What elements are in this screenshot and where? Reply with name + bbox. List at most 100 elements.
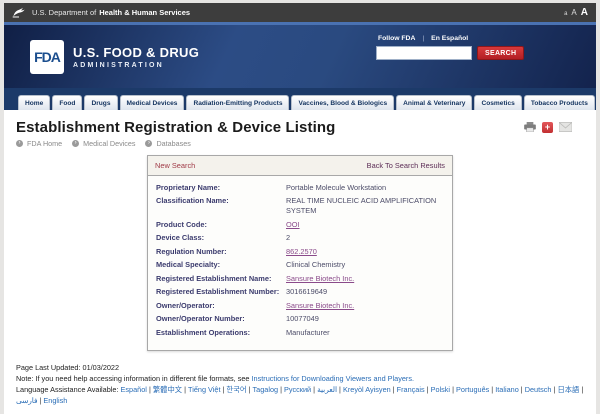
note-text: Note: If you need help accessing informa…	[16, 374, 252, 383]
field-label: Device Class:	[156, 233, 286, 243]
font-size-medium[interactable]: A	[571, 8, 576, 17]
breadcrumb-item[interactable]: Medical Devices	[83, 139, 135, 148]
language-link[interactable]: Português	[456, 385, 489, 394]
nav-tab-food[interactable]: Food	[52, 95, 82, 110]
fda-logo[interactable]: FDA	[30, 40, 64, 74]
table-row: Owner/Operator Number:10077049	[156, 314, 444, 324]
agency-subtitle: ADMINISTRATION	[73, 62, 199, 69]
breadcrumb-item[interactable]: Databases	[156, 139, 190, 148]
dept-prefix[interactable]: U.S. Department of	[32, 8, 96, 17]
field-value: Manufacturer	[286, 328, 444, 338]
nav-tab-radiation-emitting-products[interactable]: Radiation-Emitting Products	[186, 95, 289, 110]
language-link[interactable]: Русский	[284, 385, 311, 394]
agency-title: U.S. FOOD & DRUG	[73, 45, 199, 60]
table-row: Registered Establishment Name:Sansure Bi…	[156, 274, 444, 284]
fda-header: FDA U.S. FOOD & DRUG ADMINISTRATION Foll…	[4, 25, 596, 88]
language-link[interactable]: Kreyòl Ayisyen	[343, 385, 391, 394]
table-row: Classification Name:REAL TIME NUCLEIC AC…	[156, 196, 444, 216]
search-button[interactable]: SEARCH	[477, 46, 524, 60]
nav-tab-vaccines-blood-biologics[interactable]: Vaccines, Blood & Biologics	[291, 95, 394, 110]
last-updated: Page Last Updated: 01/03/2022	[16, 363, 584, 374]
header-link-divider: |	[422, 35, 424, 42]
hhs-top-bar: U.S. Department of Health & Human Servic…	[4, 3, 596, 22]
field-value-link[interactable]: Sansure Biotech Inc.	[286, 301, 444, 311]
share-icon[interactable]: +	[542, 122, 553, 133]
field-label: Registered Establishment Name:	[156, 274, 286, 284]
page-frame: U.S. Department of Health & Human Servic…	[4, 3, 596, 414]
breadcrumb-arrow-icon: ›	[72, 140, 79, 147]
field-value: Portable Molecule Workstation	[286, 183, 444, 193]
page-title: Establishment Registration & Device List…	[16, 119, 335, 136]
table-row: Medical Specialty:Clinical Chemistry	[156, 260, 444, 270]
field-label: Classification Name:	[156, 196, 286, 216]
detail-table: Proprietary Name:Portable Molecule Works…	[148, 176, 452, 350]
language-link[interactable]: Deutsch	[525, 385, 552, 394]
viewers-players-link[interactable]: Instructions for Downloading Viewers and…	[252, 374, 415, 383]
field-label: Owner/Operator:	[156, 301, 286, 311]
breadcrumb-arrow-icon: ›	[16, 140, 23, 147]
font-size-large[interactable]: A	[581, 7, 588, 18]
language-link[interactable]: Español	[121, 385, 147, 394]
header-right: Follow FDA | En Español SEARCH	[376, 35, 516, 60]
en-espanol-link[interactable]: En Español	[431, 35, 468, 42]
field-label: Regulation Number:	[156, 247, 286, 257]
language-link[interactable]: 한국어	[226, 385, 246, 394]
breadcrumb-arrow-icon: ›	[145, 140, 152, 147]
print-icon[interactable]	[524, 122, 536, 132]
field-label: Establishment Operations:	[156, 328, 286, 338]
table-row: Product Code:OOI	[156, 220, 444, 230]
language-link[interactable]: 日本語	[557, 385, 579, 394]
nav-tab-cosmetics[interactable]: Cosmetics	[474, 95, 521, 110]
nav-tab-medical-devices[interactable]: Medical Devices	[120, 95, 185, 110]
table-row: Device Class:2	[156, 233, 444, 243]
table-row: Proprietary Name:Portable Molecule Works…	[156, 183, 444, 193]
language-link[interactable]: 繁體中文	[153, 385, 182, 394]
table-row: Regulation Number:862.2570	[156, 247, 444, 257]
language-separator: |	[579, 385, 583, 394]
record-box-header: New Search Back To Search Results	[148, 156, 452, 176]
back-to-results-link[interactable]: Back To Search Results	[367, 161, 445, 170]
language-link[interactable]: Tagalog	[253, 385, 279, 394]
field-value: 2	[286, 233, 444, 243]
field-value: Clinical Chemistry	[286, 260, 444, 270]
field-label: Registered Establishment Number:	[156, 287, 286, 297]
main-content: Establishment Registration & Device List…	[4, 110, 596, 414]
footer-info: Page Last Updated: 01/03/2022 Note: If y…	[16, 363, 584, 414]
search-area: SEARCH	[376, 46, 516, 60]
language-link[interactable]: Français	[397, 385, 425, 394]
table-row: Registered Establishment Number:30166196…	[156, 287, 444, 297]
nav-tab-animal-veterinary[interactable]: Animal & Veterinary	[396, 95, 472, 110]
field-value: REAL TIME NUCLEIC ACID AMPLIFICATION SYS…	[286, 196, 444, 216]
language-link[interactable]: العربية	[317, 385, 337, 394]
field-label: Product Code:	[156, 220, 286, 230]
language-assistance: Language Assistance Available: Español |…	[16, 385, 584, 407]
breadcrumb-item[interactable]: FDA Home	[27, 139, 62, 148]
new-search-link[interactable]: New Search	[155, 161, 195, 170]
device-record-box: New Search Back To Search Results Propri…	[147, 155, 453, 351]
breadcrumb: › FDA Home › Medical Devices › Databases	[16, 139, 584, 148]
field-value-link[interactable]: 862.2570	[286, 247, 444, 257]
language-link[interactable]: Italiano	[495, 385, 519, 394]
language-link[interactable]: فارسی	[16, 396, 37, 405]
field-value: 3016619649	[286, 287, 444, 297]
table-row: Owner/Operator:Sansure Biotech Inc.	[156, 301, 444, 311]
dept-name[interactable]: Health & Human Services	[99, 8, 190, 17]
field-label: Proprietary Name:	[156, 183, 286, 193]
field-value-link[interactable]: OOI	[286, 220, 444, 230]
field-value-link[interactable]: Sansure Biotech Inc.	[286, 274, 444, 284]
hhs-eagle-icon	[12, 7, 26, 19]
field-label: Owner/Operator Number:	[156, 314, 286, 324]
search-input[interactable]	[376, 46, 472, 60]
language-prefix: Language Assistance Available:	[16, 385, 121, 394]
language-link[interactable]: Polski	[431, 385, 450, 394]
font-size-small[interactable]: a	[564, 11, 567, 17]
nav-tab-drugs[interactable]: Drugs	[84, 95, 117, 110]
agency-name: U.S. FOOD & DRUG ADMINISTRATION	[73, 45, 199, 69]
nav-tab-tobacco-products[interactable]: Tobacco Products	[524, 95, 595, 110]
nav-tab-home[interactable]: Home	[18, 95, 50, 110]
email-icon[interactable]	[559, 122, 572, 132]
font-size-controls: a A A	[564, 7, 588, 18]
language-link[interactable]: Tiếng Việt	[188, 385, 220, 394]
language-link[interactable]: English	[43, 396, 67, 405]
follow-fda-link[interactable]: Follow FDA	[378, 35, 415, 42]
